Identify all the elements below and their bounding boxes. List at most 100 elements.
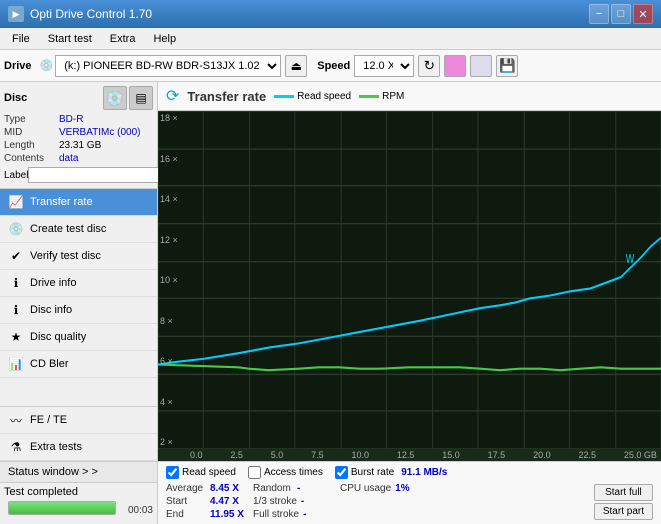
drive-icon: 💿 <box>40 59 54 72</box>
disc-info-icon: ℹ <box>8 302 24 318</box>
stroke1-value: - <box>301 496 336 507</box>
chart-icon: ⟳ <box>166 86 179 106</box>
nav-fe-te-label: FE / TE <box>30 414 67 426</box>
nav-cd-bler[interactable]: 📊 CD Bler <box>0 351 157 378</box>
close-button[interactable]: ✕ <box>633 4 653 24</box>
average-value: 8.45 X <box>210 483 245 494</box>
menu-help[interactable]: Help <box>145 31 184 47</box>
nav-section: 📈 Transfer rate 💿 Create test disc ✔ Ver… <box>0 189 157 406</box>
drive-label: Drive <box>4 60 32 72</box>
full-stroke-stat: Full stroke - <box>253 509 338 520</box>
transfer-rate-icon: 📈 <box>8 194 24 210</box>
end-value: 11.95 X <box>210 509 245 520</box>
type-label: Type <box>4 114 59 125</box>
extra-tests-icon: ⚗ <box>8 439 24 455</box>
label-label: Label <box>4 170 28 181</box>
chart-panel: ⟳ Transfer rate Read speed RPM <box>158 82 661 524</box>
full-stroke-label: Full stroke <box>253 509 299 520</box>
access-times-checkbox-label: Access times <box>264 467 323 478</box>
start-stat: Start 4.47 X <box>166 496 245 507</box>
read-speed-checkbox[interactable] <box>166 466 179 479</box>
stats-row-1: Average 8.45 X Random - CPU usage 1% <box>166 483 586 494</box>
x-label-0: 0.0 <box>190 450 203 460</box>
legend-read-speed: Read speed <box>274 91 351 102</box>
chart-legend: Read speed RPM <box>274 91 404 102</box>
menu-file[interactable]: File <box>4 31 38 47</box>
y-label-16: 16 × <box>160 154 184 164</box>
cd-bler-icon: 📊 <box>8 356 24 372</box>
disc-title: Disc <box>4 92 27 104</box>
refresh-button[interactable]: ↻ <box>418 55 440 77</box>
rpm-color <box>359 95 379 98</box>
stats-row-3: End 11.95 X Full stroke - <box>166 509 586 520</box>
x-label-25: 25.0 GB <box>624 450 657 460</box>
stats-row-2: Start 4.47 X 1/3 stroke - <box>166 496 586 507</box>
menu-extra[interactable]: Extra <box>102 31 144 47</box>
random-label: Random <box>253 483 293 494</box>
menu-start-test[interactable]: Start test <box>40 31 100 47</box>
x-label-7-5: 7.5 <box>311 450 324 460</box>
y-axis-labels: 18 × 16 × 14 × 12 × 10 × 8 × 6 × 4 × 2 × <box>158 111 186 449</box>
access-times-checkbox[interactable] <box>248 466 261 479</box>
burst-rate-checkbox-item[interactable]: Burst rate 91.1 MB/s <box>335 466 448 479</box>
stroke1-label: 1/3 stroke <box>253 496 297 507</box>
mid-label: MID <box>4 127 59 138</box>
legend-rpm: RPM <box>359 91 404 102</box>
nav-drive-info[interactable]: ℹ Drive info <box>0 270 157 297</box>
drive-select[interactable]: (k:) PIONEER BD-RW BDR-S13JX 1.02 <box>55 55 281 77</box>
cpu-stat: CPU usage 1% <box>340 483 430 494</box>
nav-create-test-disc[interactable]: 💿 Create test disc <box>0 216 157 243</box>
status-window-label: Status window > > <box>8 466 98 478</box>
chart-title: Transfer rate <box>187 89 266 104</box>
status-text: Test completed <box>4 486 78 498</box>
nav-disc-quality[interactable]: ★ Disc quality <box>0 324 157 351</box>
nav-transfer-rate-label: Transfer rate <box>30 196 93 208</box>
app-title: Opti Drive Control 1.70 <box>30 7 152 21</box>
status-window-btn[interactable]: Status window > > <box>0 461 157 482</box>
eject-button[interactable]: ⏏ <box>285 55 307 77</box>
x-label-2-5: 2.5 <box>230 450 243 460</box>
maximize-button[interactable]: □ <box>611 4 631 24</box>
status-bar: Test completed 00:03 <box>0 482 157 524</box>
y-label-12: 12 × <box>160 235 184 245</box>
nav-verify-test-disc-label: Verify test disc <box>30 250 101 262</box>
app-icon: ▶ <box>8 6 24 22</box>
left-panel: Disc 💿 ▤ Type BD-R MID VERBATIMc (000) L… <box>0 82 158 524</box>
label-input[interactable] <box>28 167 162 183</box>
full-stroke-value: - <box>303 509 338 520</box>
nav-drive-info-label: Drive info <box>30 277 76 289</box>
disc-quality-icon: ★ <box>8 329 24 345</box>
bottom-nav: 〰 FE / TE ⚗ Extra tests <box>0 406 157 461</box>
random-stat: Random - <box>253 483 332 494</box>
save-button[interactable]: 💾 <box>496 55 518 77</box>
chart-controls: Read speed Access times Burst rate 91.1 … <box>158 461 661 524</box>
disc-options-btn[interactable]: ▤ <box>129 86 153 110</box>
x-label-5: 5.0 <box>271 450 284 460</box>
nav-fe-te[interactable]: 〰 FE / TE <box>0 407 157 434</box>
nav-extra-tests[interactable]: ⚗ Extra tests <box>0 434 157 461</box>
length-value: 23.31 GB <box>59 140 101 151</box>
nav-transfer-rate[interactable]: 📈 Transfer rate <box>0 189 157 216</box>
nav-cd-bler-label: CD Bler <box>30 358 69 370</box>
start-part-button[interactable]: Start part <box>594 503 653 520</box>
disc-icon-btn[interactable]: 💿 <box>103 86 127 110</box>
settings-button1[interactable] <box>444 55 466 77</box>
nav-verify-test-disc[interactable]: ✔ Verify test disc <box>0 243 157 270</box>
y-label-14: 14 × <box>160 194 184 204</box>
stats-and-buttons: Average 8.45 X Random - CPU usage 1% <box>166 483 653 520</box>
speed-select[interactable]: 12.0 X Max 4.0 X 8.0 X 16.0 X <box>354 55 414 77</box>
y-label-2: 2 × <box>160 437 184 447</box>
nav-disc-info[interactable]: ℹ Disc info <box>0 297 157 324</box>
burst-rate-checkbox[interactable] <box>335 466 348 479</box>
settings-button2[interactable] <box>470 55 492 77</box>
verify-disc-icon: ✔ <box>8 248 24 264</box>
chart-header: ⟳ Transfer rate Read speed RPM <box>158 82 661 111</box>
minimize-button[interactable]: − <box>589 4 609 24</box>
read-speed-checkbox-item[interactable]: Read speed <box>166 466 236 479</box>
nav-disc-quality-label: Disc quality <box>30 331 86 343</box>
access-times-checkbox-item[interactable]: Access times <box>248 466 323 479</box>
progress-time: 00:03 <box>128 505 153 516</box>
y-label-8: 8 × <box>160 316 184 326</box>
svg-text:W: W <box>626 253 635 267</box>
start-full-button[interactable]: Start full <box>594 484 653 501</box>
